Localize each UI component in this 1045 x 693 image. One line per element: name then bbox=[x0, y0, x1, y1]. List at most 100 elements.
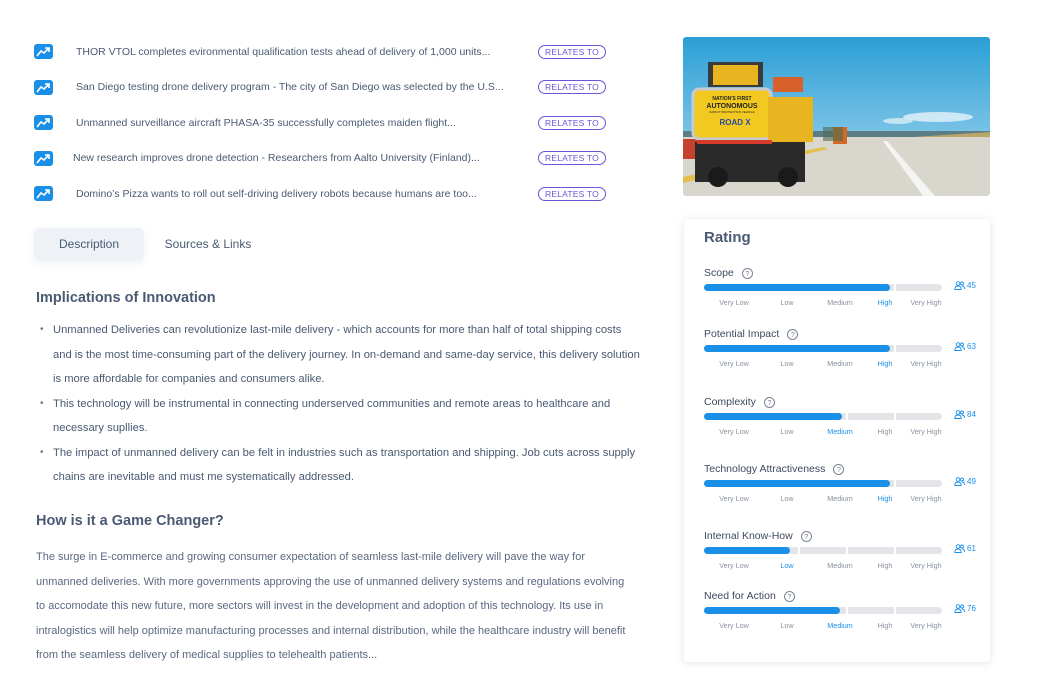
rating-scale-label[interactable]: Low bbox=[780, 494, 793, 503]
rating-label: Scope? bbox=[704, 267, 984, 279]
rating-scale-label[interactable]: Low bbox=[780, 561, 793, 570]
rating-scale-label[interactable]: Very High bbox=[910, 298, 941, 307]
rating-bar-segment[interactable] bbox=[847, 607, 895, 614]
relates-to-badge[interactable]: RELATES TO bbox=[538, 44, 606, 59]
relates-to-badge[interactable]: RELATES TO bbox=[538, 151, 606, 166]
help-icon[interactable]: ? bbox=[783, 590, 795, 602]
news-title[interactable]: Domino’s Pizza wants to roll out self-dr… bbox=[76, 188, 477, 200]
rating-scale-label[interactable]: Low bbox=[780, 298, 793, 307]
vote-count[interactable]: 76 bbox=[954, 604, 976, 613]
rating-scale-label[interactable]: Very High bbox=[910, 427, 941, 436]
users-icon bbox=[954, 410, 965, 419]
rating-row: Complexity? 84 Very Low Low Medium High Very H… bbox=[704, 396, 984, 436]
rating-scale-label[interactable]: Medium bbox=[827, 298, 853, 307]
rating-scale-label[interactable]: Low bbox=[780, 427, 793, 436]
users-icon bbox=[954, 342, 965, 351]
rating-bar-segment[interactable] bbox=[847, 547, 895, 554]
users-icon bbox=[954, 477, 965, 486]
rating-bar-segment[interactable] bbox=[895, 607, 943, 614]
rating-scale: Very Low Low Medium High Very High bbox=[704, 298, 954, 308]
help-icon[interactable]: ? bbox=[741, 267, 753, 279]
rating-scale-label[interactable]: High bbox=[878, 494, 893, 503]
rating-scale-label[interactable]: High bbox=[878, 359, 893, 368]
trending-up-icon bbox=[34, 44, 53, 60]
users-icon bbox=[954, 281, 965, 290]
help-icon[interactable]: ? bbox=[833, 463, 845, 475]
rating-scale-label[interactable]: Very High bbox=[910, 494, 941, 503]
vote-count[interactable]: 61 bbox=[954, 544, 976, 553]
relates-to-badge[interactable]: RELATES TO bbox=[538, 115, 606, 130]
rating-scale-label[interactable]: Very High bbox=[910, 621, 941, 630]
news-item[interactable]: THOR VTOL completes evironmental qualifi… bbox=[34, 34, 634, 70]
rating-scale-label[interactable]: Medium bbox=[827, 494, 853, 503]
news-title[interactable]: THOR VTOL completes evironmental qualifi… bbox=[76, 46, 490, 58]
rating-bar-segment[interactable] bbox=[799, 547, 847, 554]
news-title[interactable]: New research improves drone detection - … bbox=[73, 152, 480, 164]
help-icon[interactable]: ? bbox=[763, 396, 775, 408]
rating-scale-label[interactable]: Very Low bbox=[719, 621, 749, 630]
rating-scale-label[interactable]: High bbox=[878, 561, 893, 570]
rating-scale-label[interactable]: High bbox=[878, 427, 893, 436]
rating-bar-segment[interactable] bbox=[895, 547, 943, 554]
rating-row: Need for Action? 76 Very Low Low Medium High V… bbox=[704, 590, 984, 630]
news-item[interactable]: San Diego testing drone delivery program… bbox=[34, 70, 634, 106]
rating-scale-label[interactable]: Very Low bbox=[719, 494, 749, 503]
rating-scale-label[interactable]: High bbox=[878, 621, 893, 630]
rating-scale-label[interactable]: Very Low bbox=[719, 298, 749, 307]
relates-to-badge[interactable]: RELATES TO bbox=[538, 80, 606, 95]
rating-bar-fill bbox=[704, 345, 890, 352]
rating-scale-label[interactable]: Very High bbox=[910, 561, 941, 570]
rating-bar-segment[interactable] bbox=[847, 413, 895, 420]
vote-count[interactable]: 49 bbox=[954, 477, 976, 486]
rating-label-text: Scope bbox=[704, 267, 734, 279]
vote-count-value: 45 bbox=[967, 281, 976, 290]
rating-title: Rating bbox=[704, 229, 751, 246]
rating-scale-label[interactable]: Very High bbox=[910, 359, 941, 368]
rating-scale-label[interactable]: High bbox=[878, 298, 893, 307]
rating-scale-label[interactable]: Very Low bbox=[719, 359, 749, 368]
vote-count[interactable]: 45 bbox=[954, 281, 976, 290]
news-item[interactable]: New research improves drone detection - … bbox=[34, 141, 634, 177]
rating-label-text: Internal Know-How bbox=[704, 530, 793, 542]
users-icon bbox=[954, 604, 965, 613]
vote-count[interactable]: 63 bbox=[954, 342, 976, 351]
truck-sign-line: IMPACT PROTECTION VEHICLE bbox=[709, 110, 754, 114]
news-item[interactable]: Unmanned surveillance aircraft PHASA-35 … bbox=[34, 105, 634, 141]
content-tabs: Description Sources & Links bbox=[34, 228, 264, 260]
game-changer-text: The surge in E-commerce and growing cons… bbox=[36, 551, 626, 662]
vote-count-value: 63 bbox=[967, 342, 976, 351]
rating-label: Technology Attractiveness? bbox=[704, 463, 984, 475]
truck-sign-line: ROAD X bbox=[719, 118, 751, 127]
rating-scale: Very Low Low Medium High Very High bbox=[704, 621, 954, 631]
vote-count-value: 49 bbox=[967, 477, 976, 486]
rating-card: Rating Scope? 45 Very Low Low Medium High Very… bbox=[684, 219, 990, 662]
tab-sources-links[interactable]: Sources & Links bbox=[144, 228, 264, 260]
news-item[interactable]: Domino’s Pizza wants to roll out self-dr… bbox=[34, 176, 634, 212]
rating-scale-label[interactable]: Very Low bbox=[719, 427, 749, 436]
truck-photo: NATION'S FIRST AUTONOMOUS IMPACT PROTECT… bbox=[683, 37, 990, 196]
rating-scale-label[interactable]: Medium bbox=[827, 561, 853, 570]
rating-bar-segment[interactable] bbox=[895, 284, 943, 291]
news-title[interactable]: San Diego testing drone delivery program… bbox=[76, 81, 504, 93]
rating-bar-segment[interactable] bbox=[895, 480, 943, 487]
help-icon[interactable]: ? bbox=[800, 530, 812, 542]
rating-scale-label[interactable]: Medium bbox=[827, 359, 853, 368]
rating-label-text: Need for Action bbox=[704, 590, 776, 602]
help-icon[interactable]: ? bbox=[787, 328, 799, 340]
vote-count-value: 61 bbox=[967, 544, 976, 553]
relates-to-badge[interactable]: RELATES TO bbox=[538, 186, 606, 201]
implication-bullet: Unmanned Deliveries can revolutionize la… bbox=[40, 318, 640, 392]
news-title[interactable]: Unmanned surveillance aircraft PHASA-35 … bbox=[76, 117, 456, 129]
tab-description[interactable]: Description bbox=[34, 228, 144, 260]
rating-bar-segment[interactable] bbox=[895, 345, 943, 352]
rating-bar-fill bbox=[704, 547, 790, 554]
rating-label: Internal Know-How? bbox=[704, 530, 984, 542]
rating-scale-label[interactable]: Medium bbox=[827, 427, 853, 436]
vote-count[interactable]: 84 bbox=[954, 410, 976, 419]
rating-scale-label[interactable]: Very Low bbox=[719, 561, 749, 570]
rating-scale-label[interactable]: Low bbox=[780, 621, 793, 630]
game-changer-heading: How is it a Game Changer? bbox=[36, 513, 224, 529]
rating-scale-label[interactable]: Medium bbox=[827, 621, 853, 630]
rating-bar-segment[interactable] bbox=[895, 413, 943, 420]
rating-scale-label[interactable]: Low bbox=[780, 359, 793, 368]
